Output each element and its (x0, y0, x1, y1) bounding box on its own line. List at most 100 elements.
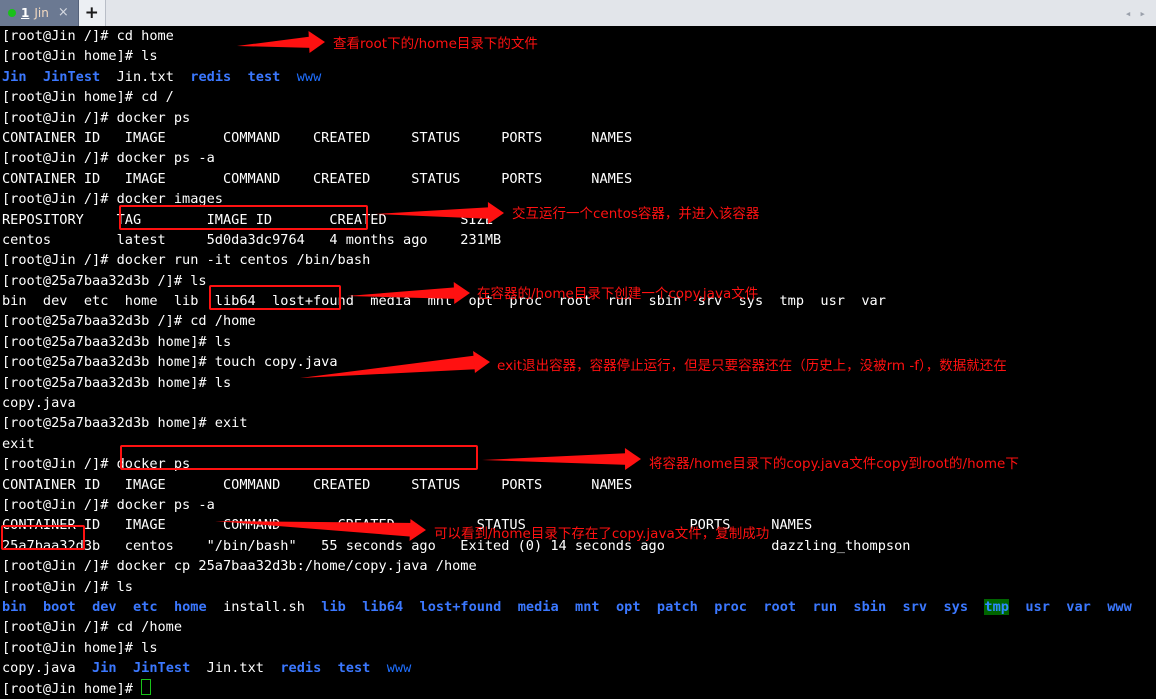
tab-nav-buttons: ◂ ▸ (1114, 0, 1156, 26)
tab-bar: 1 Jin × + ◂ ▸ (0, 0, 1156, 26)
terminal-text: lib64 (362, 598, 404, 615)
terminal-text: [root@Jin /]# docker ps (2, 456, 191, 473)
terminal-text: CONTAINER ID IMAGE COMMAND CREATED STATU… (2, 170, 633, 187)
terminal-line: [root@25a7baa32d3b home]# ls (0, 373, 1156, 393)
terminal-text: redis (280, 660, 322, 677)
terminal-text: [root@25a7baa32d3b home]# exit (2, 415, 248, 432)
terminal-line: bin boot dev etc home install.sh lib lib… (0, 597, 1156, 617)
terminal-text: exit (2, 435, 35, 452)
terminal-text: [root@Jin home]# ls (2, 48, 158, 65)
terminal-text: etc (133, 598, 158, 615)
terminal-text: centos latest 5d0da3dc9764 4 months ago … (2, 231, 502, 248)
terminal-text: copy.java (2, 660, 76, 677)
terminal-line: bin dev etc home lib lib64 lost+found me… (0, 291, 1156, 311)
terminal-text: sys (943, 598, 969, 615)
terminal-line: REPOSITORY TAG IMAGE ID CREATED SIZE (0, 210, 1156, 230)
terminal-line: Jin JinTest Jin.txt redis test www (0, 67, 1156, 87)
terminal-line: exit (0, 434, 1156, 454)
terminal-line: [root@Jin /]# docker ps (0, 454, 1156, 474)
terminal-text: Jin.txt (206, 660, 264, 677)
terminal-text: redis (190, 68, 232, 85)
terminal-text: usr (1025, 598, 1050, 615)
terminal-text: 25a7baa32d3b centos "/bin/bash" 55 secon… (2, 537, 911, 554)
terminal-line: [root@Jin /]# docker run -it centos /bin… (0, 250, 1156, 270)
terminal-text: [root@Jin /]# docker ps -a (2, 150, 215, 167)
chevron-right-icon[interactable]: ▸ (1139, 8, 1146, 19)
terminal-text: [root@Jin /]# cd /home (2, 619, 183, 636)
new-tab-button[interactable]: + (78, 0, 106, 26)
terminal-text: www (1107, 598, 1132, 615)
terminal-text: CONTAINER ID IMAGE COMMAND CREATED STATU… (2, 129, 633, 146)
terminal-text: opt (615, 598, 641, 615)
terminal-text: JinTest (132, 660, 191, 677)
terminal-line: centos latest 5d0da3dc9764 4 months ago … (0, 230, 1156, 250)
terminal-text: JinTest (42, 68, 101, 85)
terminal-line: [root@Jin home]# ls (0, 638, 1156, 658)
tab-number: 1 (21, 6, 30, 20)
terminal-text: boot (42, 598, 76, 615)
terminal-text: home (173, 598, 207, 615)
terminal-line: 25a7baa32d3b centos "/bin/bash" 55 secon… (0, 536, 1156, 556)
terminal-text: dev (92, 598, 117, 615)
terminal-text: lib (321, 598, 346, 615)
terminal-text: [root@Jin home]# ls (2, 639, 158, 656)
terminal-text: [root@25a7baa32d3b /]# cd /home (2, 313, 256, 330)
terminal-text: [root@Jin /]# docker cp 25a7baa32d3b:/ho… (2, 558, 477, 575)
terminal-line: [root@Jin /]# cd home (0, 26, 1156, 46)
terminal-text: Jin.txt (116, 68, 174, 85)
terminal-text: [root@25a7baa32d3b home]# ls (2, 374, 232, 391)
terminal-line: [root@Jin /]# cd /home (0, 617, 1156, 637)
terminal-text: tmp (984, 598, 1009, 615)
terminal-text: sbin (853, 598, 887, 615)
terminal-line: CONTAINER ID IMAGE COMMAND CREATED STATU… (0, 475, 1156, 495)
terminal-text: www (296, 68, 322, 85)
terminal-tab-jin[interactable]: 1 Jin × (0, 0, 79, 26)
terminal-line: [root@25a7baa32d3b home]# exit (0, 413, 1156, 433)
terminal-text: media (517, 598, 559, 615)
terminal-text: var (1066, 598, 1091, 615)
terminal-line: [root@25a7baa32d3b /]# cd /home (0, 311, 1156, 331)
terminal-line: [root@Jin /]# docker ps -a (0, 148, 1156, 168)
terminal-text: [root@Jin /]# docker ps (2, 109, 191, 126)
terminal-line: [root@25a7baa32d3b home]# ls (0, 332, 1156, 352)
terminal-text: lost+found (419, 598, 502, 615)
terminal-text: [root@25a7baa32d3b home]# touch copy.jav… (2, 354, 338, 371)
terminal-text: CONTAINER ID IMAGE COMMAND CREATED STATU… (2, 517, 813, 534)
terminal-text: Jin (2, 68, 27, 85)
terminal-line: CONTAINER ID IMAGE COMMAND CREATED STATU… (0, 169, 1156, 189)
terminal-output[interactable]: [root@Jin /]# cd home [root@Jin home]# ls… (0, 26, 1156, 697)
terminal-text: [root@Jin /]# cd home (2, 28, 174, 44)
terminal-text: run (812, 598, 838, 615)
terminal-text: [root@25a7baa32d3b /]# ls (2, 272, 207, 289)
terminal-text: proc (714, 598, 747, 615)
text-cursor (141, 678, 152, 695)
terminal-text: copy.java (2, 395, 76, 412)
close-icon[interactable]: × (54, 6, 71, 21)
chevron-left-icon[interactable]: ◂ (1125, 8, 1132, 19)
terminal-text: mnt (575, 598, 600, 615)
session-status-dot (8, 9, 16, 17)
